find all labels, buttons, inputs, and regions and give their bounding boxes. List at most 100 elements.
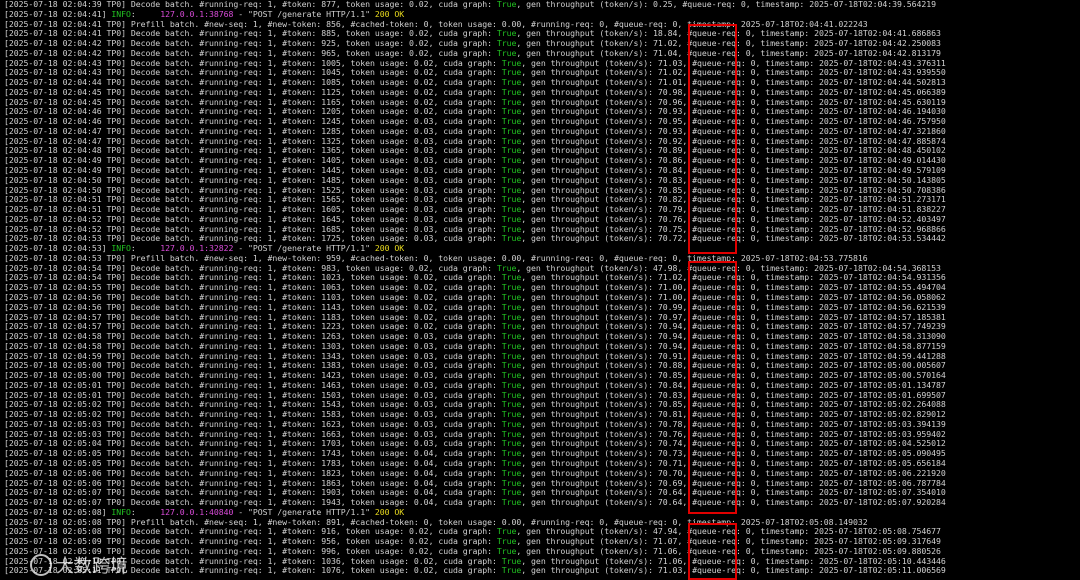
iso-timestamp: 2025-07-18T02:04:46.194030	[818, 106, 946, 117]
cuda-graph-value: True	[501, 57, 522, 68]
log-timestamp: 2025-07-18 02:04:50	[8, 174, 102, 185]
log-timestamp: 2025-07-18 02:04:58	[8, 340, 102, 351]
token-usage: 0.02	[413, 272, 434, 283]
token-usage: 0.03	[413, 418, 434, 429]
cuda-graph-value: True	[501, 497, 522, 508]
log-timestamp: 2025-07-18 02:04:51	[8, 194, 102, 205]
brand-logo-icon	[30, 554, 52, 576]
token-count: 1063	[321, 282, 341, 293]
log-timestamp: 2025-07-18 02:04:52	[8, 213, 102, 224]
terminal-window: [2025-07-18 02:04:39 TP0] Decode batch. …	[0, 0, 1080, 580]
cuda-graph-value: True	[501, 223, 522, 234]
token-count: 1943	[321, 497, 341, 508]
gen-throughput: 70.83	[657, 174, 683, 185]
token-usage: 0.02	[413, 57, 434, 68]
iso-timestamp: 2025-07-18T02:04:52.968866	[818, 223, 946, 234]
cuda-graph-value: True	[501, 291, 522, 302]
cuda-graph-value: True	[501, 448, 522, 459]
token-count: 1463	[321, 379, 341, 390]
token-usage: 0.03	[413, 204, 434, 215]
gen-throughput: 71.02	[657, 272, 683, 283]
token-usage: 0.03	[413, 370, 434, 381]
iso-timestamp: 2025-07-18T02:04:49.579109	[818, 165, 946, 176]
cuda-graph-value: True	[496, 526, 517, 537]
log-timestamp: 2025-07-18 02:04:47	[8, 125, 102, 136]
token-count: 1445	[321, 165, 341, 176]
iso-timestamp: 2025-07-18T02:04:42.813179	[814, 47, 941, 58]
gen-throughput: 71.00	[657, 282, 683, 293]
iso-timestamp: 2025-07-18T02:05:03.394139	[818, 418, 946, 429]
gen-throughput: 71.07	[653, 536, 678, 547]
iso-timestamp: 2025-07-18T02:05:00.570164	[818, 370, 946, 381]
iso-timestamp: 2025-07-18T02:05:06.787784	[818, 477, 946, 488]
gen-throughput: 70.78	[657, 418, 683, 429]
token-usage: 0.02	[409, 526, 429, 537]
token-usage: 0.03	[413, 125, 434, 136]
cuda-graph-value: True	[501, 106, 522, 117]
token-count: 1103	[321, 291, 341, 302]
iso-timestamp: 2025-07-18T02:05:08.754677	[814, 526, 941, 537]
cuda-graph-value: True	[501, 116, 522, 127]
log-timestamp: 2025-07-18 02:04:46	[8, 106, 102, 117]
log-output: [2025-07-18 02:04:39 TP0] Decode batch. …	[4, 0, 946, 576]
gen-throughput: 70.85	[657, 184, 683, 195]
token-count: 1023	[321, 272, 341, 283]
iso-timestamp: 2025-07-18T02:05:09.880526	[814, 545, 941, 556]
token-usage: 0.04	[413, 448, 434, 459]
iso-timestamp: 2025-07-18T02:05:04.525012	[818, 438, 946, 449]
token-usage: 0.02	[409, 28, 429, 39]
iso-timestamp: 2025-07-18T02:04:42.250083	[814, 38, 941, 49]
token-usage: 0.03	[413, 399, 434, 410]
iso-timestamp: 2025-07-18T02:04:46.757950	[818, 116, 946, 127]
gen-throughput: 18.84	[653, 28, 678, 39]
iso-timestamp: 2025-07-18T02:04:52.403497	[818, 213, 946, 224]
iso-timestamp: 2025-07-18T02:05:11.006569	[818, 565, 946, 576]
log-timestamp: 2025-07-18 02:04:44	[8, 77, 102, 88]
token-count: 983	[321, 262, 336, 273]
token-count: 1565	[321, 194, 341, 205]
token-usage: 0.02	[413, 106, 434, 117]
cuda-graph-value: True	[501, 184, 522, 195]
token-usage: 0.02	[413, 321, 434, 332]
log-timestamp: 2025-07-18 02:04:57	[8, 321, 102, 332]
token-usage: 0.03	[413, 223, 434, 234]
gen-throughput: 70.84	[657, 379, 683, 390]
token-usage: 0.03	[413, 174, 434, 185]
token-count: 1685	[321, 223, 341, 234]
iso-timestamp: 2025-07-18T02:05:02.829012	[818, 409, 946, 420]
cuda-graph-value: True	[501, 282, 522, 293]
token-usage: 0.03	[413, 379, 434, 390]
token-usage: 0.04	[413, 457, 434, 468]
token-usage: 0.03	[413, 233, 434, 244]
token-count: 1645	[321, 213, 341, 224]
log-timestamp: 2025-07-18 02:04:48	[8, 145, 102, 156]
log-timestamp: 2025-07-18 02:04:43	[8, 57, 102, 68]
log-timestamp: 2025-07-18 02:05:07	[8, 487, 102, 498]
token-usage: 0.02	[409, 536, 429, 547]
gen-throughput: 71.02	[657, 67, 683, 78]
gen-throughput: 71.00	[657, 291, 683, 302]
log-timestamp: 2025-07-18 02:04:56	[8, 291, 102, 302]
token-count: 1125	[321, 86, 341, 97]
log-timestamp: 2025-07-18 02:04:43	[8, 67, 102, 78]
cuda-graph-value: True	[501, 301, 522, 312]
iso-timestamp: 2025-07-18T02:04:47.885874	[818, 135, 946, 146]
token-usage: 0.02	[413, 77, 434, 88]
cuda-graph-value: True	[501, 555, 522, 566]
token-count: 1405	[321, 155, 341, 166]
cuda-graph-value: True	[501, 360, 522, 371]
iso-timestamp: 2025-07-18T02:05:03.959402	[818, 428, 946, 439]
log-timestamp: 2025-07-18 02:04:39	[8, 0, 102, 9]
token-count: 1143	[321, 301, 341, 312]
token-usage: 0.02	[413, 67, 434, 78]
token-count: 1863	[321, 477, 341, 488]
cuda-graph-value: True	[496, 545, 517, 556]
cuda-graph-value: True	[501, 86, 522, 97]
token-usage: 0.02	[413, 282, 434, 293]
log-timestamp: 2025-07-18 02:04:56	[8, 301, 102, 312]
token-usage: 0.03	[413, 213, 434, 224]
token-count: 925	[321, 38, 336, 49]
token-count: 1525	[321, 184, 341, 195]
token-count: 1383	[321, 360, 341, 371]
token-usage: 0.02	[413, 301, 434, 312]
